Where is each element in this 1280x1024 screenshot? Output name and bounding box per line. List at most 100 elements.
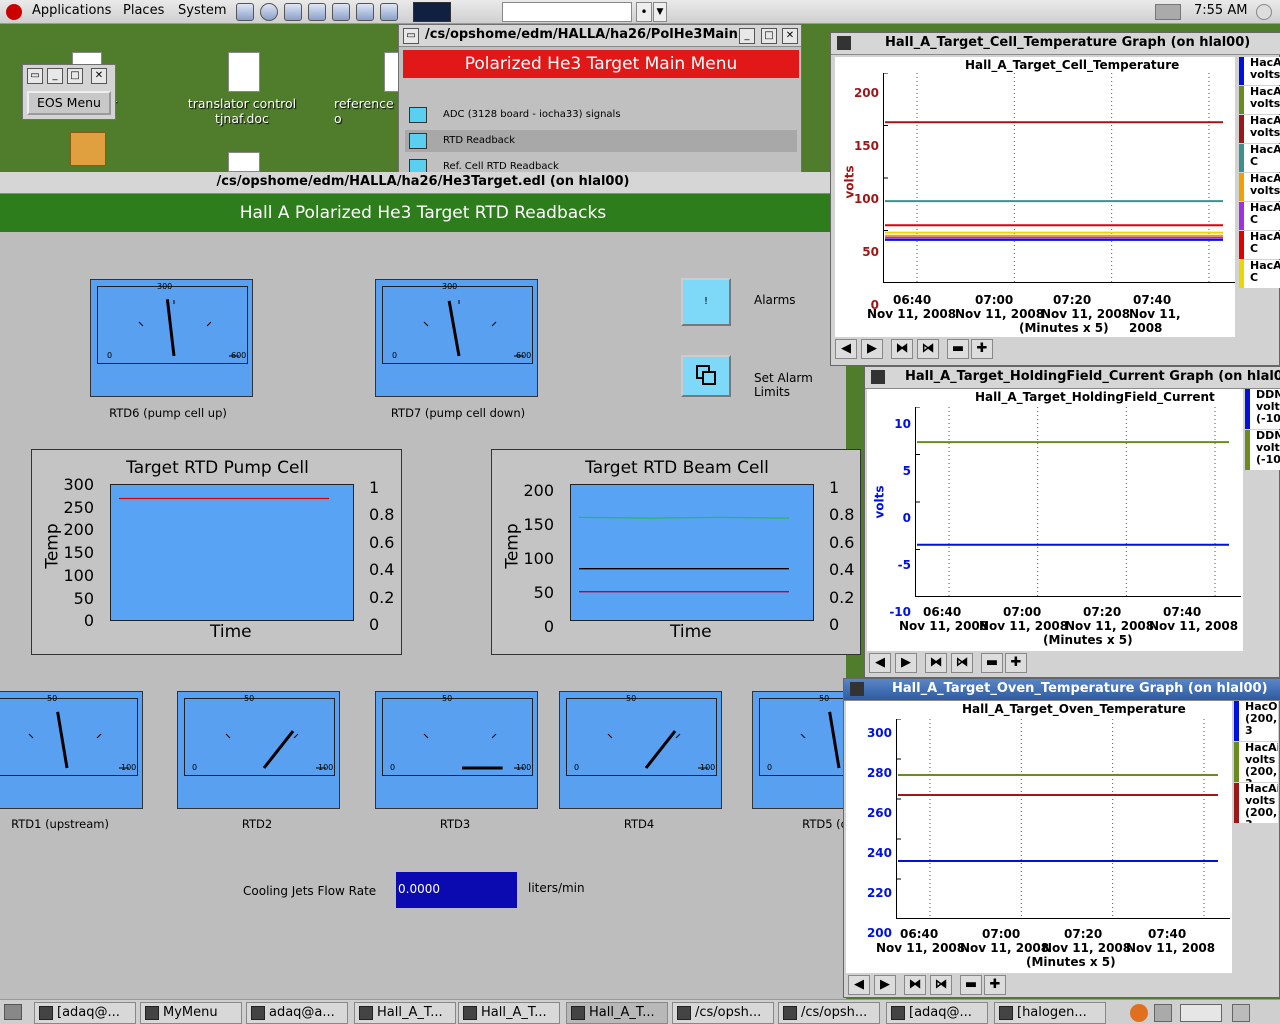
related-display-icon[interactable] bbox=[409, 133, 427, 149]
command-input[interactable] bbox=[502, 2, 632, 22]
home-folder-icon[interactable] bbox=[70, 132, 106, 166]
tick: 0.6 bbox=[829, 532, 855, 552]
scroll-left-icon[interactable]: ◀ bbox=[835, 339, 857, 359]
zoom-in-x-icon[interactable]: ⧓ bbox=[925, 653, 947, 673]
zoom-out-x-icon[interactable]: ⧒ bbox=[951, 653, 973, 673]
clock[interactable]: 7:55 AM bbox=[1194, 3, 1247, 18]
legend-item[interactable]: HacAivolts(200, 3 bbox=[1234, 783, 1278, 823]
firefox-icon[interactable] bbox=[1130, 1004, 1148, 1022]
notes-launcher-icon[interactable] bbox=[308, 3, 326, 21]
printer-icon[interactable] bbox=[1155, 4, 1181, 20]
desktop-icon-label[interactable]: reference o bbox=[334, 96, 404, 126]
legend-item[interactable]: HacAiC bbox=[1239, 144, 1280, 172]
taskbar-button[interactable]: MyMenu bbox=[140, 1002, 242, 1024]
zoom-out-x-icon[interactable]: ⧒ bbox=[930, 975, 952, 995]
show-desktop-icon[interactable] bbox=[4, 1004, 22, 1020]
app-icon[interactable] bbox=[837, 36, 851, 50]
system-menu[interactable]: System bbox=[178, 3, 226, 18]
legend-item[interactable]: HacAivolts bbox=[1239, 57, 1280, 85]
legend-item[interactable]: DDM4volts(-10, bbox=[1245, 430, 1280, 470]
chevron-down-icon[interactable]: ▼ bbox=[653, 2, 667, 22]
volume-icon[interactable] bbox=[1256, 4, 1272, 20]
taskbar-button[interactable]: [adaq@... bbox=[34, 1002, 136, 1024]
close-icon[interactable]: ✕ bbox=[91, 68, 107, 84]
window-titlebar[interactable]: Hall_A_Target_Oven_Temperature Graph (on… bbox=[844, 679, 1280, 701]
scroll-left-icon[interactable]: ◀ bbox=[869, 653, 891, 673]
set-alarm-limits-button[interactable] bbox=[681, 355, 731, 397]
minimize-button[interactable]: _ bbox=[47, 68, 63, 84]
taskbar-label: MyMenu bbox=[163, 1005, 218, 1020]
legend-item[interactable]: HacAiC bbox=[1239, 202, 1280, 230]
network-launcher-icon[interactable] bbox=[356, 3, 374, 21]
taskbar-button[interactable]: [adaq@... bbox=[886, 1002, 988, 1024]
applications-menu[interactable]: Applications bbox=[32, 3, 111, 18]
zoom-out-y-icon[interactable]: ✚ bbox=[984, 975, 1006, 995]
related-display-icon[interactable] bbox=[409, 107, 427, 123]
app-icon[interactable] bbox=[850, 682, 864, 696]
taskbar-button[interactable]: /cs/opsh... bbox=[672, 1002, 774, 1024]
legend-item[interactable]: DDM4volts(-10, bbox=[1245, 389, 1280, 429]
taskbar-button[interactable]: Hall_A_T... bbox=[354, 1002, 456, 1024]
minimize-button[interactable]: _ bbox=[739, 28, 755, 44]
taskbar-button[interactable]: adaq@a... bbox=[246, 1002, 348, 1024]
scroll-right-icon[interactable]: ▶ bbox=[861, 339, 883, 359]
legend: HacAivoltsHacAivoltsHacAivoltsHacAiCHacA… bbox=[1239, 57, 1280, 289]
menu-item-adc[interactable]: ADC (3128 board - iocha33) signals bbox=[443, 109, 621, 120]
document-launcher-icon[interactable] bbox=[332, 3, 350, 21]
zoom-in-y-icon[interactable]: ▬ bbox=[960, 975, 982, 995]
related-display-icon[interactable] bbox=[409, 159, 427, 173]
taskbar-button[interactable]: [halogen... bbox=[994, 1002, 1106, 1024]
document-icon[interactable] bbox=[1154, 1004, 1172, 1022]
window-titlebar[interactable]: /cs/opshome/edm/HALLA/ha26/He3Target.edl… bbox=[0, 172, 846, 194]
scroll-left-icon[interactable]: ◀ bbox=[848, 975, 870, 995]
window-menu-icon[interactable]: ▭ bbox=[27, 68, 43, 84]
tick-date: Nov 11, 2008 bbox=[1149, 619, 1239, 633]
taskbar-button[interactable]: Hall_A_T... bbox=[566, 1002, 668, 1024]
tick: -5 bbox=[897, 558, 911, 572]
tick-time: 06:40 bbox=[893, 293, 932, 307]
pdf-file-icon[interactable] bbox=[228, 152, 260, 172]
window-menu-icon[interactable]: ▭ bbox=[403, 28, 419, 44]
app-icon[interactable] bbox=[871, 370, 885, 384]
close-icon[interactable]: ✕ bbox=[782, 28, 798, 44]
menu-item-rtd[interactable]: RTD Readback bbox=[443, 135, 515, 146]
legend-item[interactable]: HacAiC bbox=[1239, 260, 1280, 288]
terminal-launcher-icon[interactable] bbox=[236, 3, 254, 21]
zoom-out-x-icon[interactable]: ⧒ bbox=[917, 339, 939, 359]
redhat-icon[interactable] bbox=[6, 4, 22, 20]
scroll-right-icon[interactable]: ▶ bbox=[895, 653, 917, 673]
legend-item[interactable]: HacOM(200, 3 bbox=[1234, 701, 1278, 741]
zoom-in-x-icon[interactable]: ⧓ bbox=[904, 975, 926, 995]
tick: 260 bbox=[866, 806, 892, 820]
dot-button[interactable]: • bbox=[636, 2, 652, 22]
eos-menu-button[interactable]: EOS Menu bbox=[27, 91, 111, 115]
legend-item[interactable]: HacAivolts bbox=[1239, 86, 1280, 114]
legend-item[interactable]: HacAivolts(200, 3 bbox=[1234, 742, 1278, 782]
scroll-right-icon[interactable]: ▶ bbox=[874, 975, 896, 995]
legend-item[interactable]: HacAivolts bbox=[1239, 173, 1280, 201]
browser-launcher-icon[interactable] bbox=[260, 3, 278, 21]
maximize-button[interactable]: □ bbox=[761, 28, 777, 44]
legend-item[interactable]: HacAivolts bbox=[1239, 115, 1280, 143]
cpu-monitor-icon[interactable] bbox=[413, 2, 451, 22]
alarms-button[interactable]: ! bbox=[681, 278, 731, 326]
workspace-switcher[interactable] bbox=[1180, 1004, 1222, 1022]
taskbar-button[interactable]: Hall_A_T... bbox=[458, 1002, 560, 1024]
zoom-in-x-icon[interactable]: ⧓ bbox=[891, 339, 913, 359]
maximize-button[interactable]: □ bbox=[67, 68, 83, 84]
tick: 1 bbox=[369, 478, 380, 497]
zoom-out-y-icon[interactable]: ✚ bbox=[971, 339, 993, 359]
legend-item[interactable]: HacAiC bbox=[1239, 231, 1280, 259]
zoom-in-y-icon[interactable]: ▬ bbox=[981, 653, 1003, 673]
window-titlebar[interactable]: Hall_A_Target_HoldingField_Current Graph… bbox=[865, 367, 1280, 389]
taskbar-button[interactable]: /cs/opsh... bbox=[778, 1002, 880, 1024]
desktop-icon-label[interactable]: translator control tjnaf.doc bbox=[180, 96, 304, 126]
trash-icon[interactable] bbox=[1232, 1004, 1250, 1022]
zoom-out-y-icon[interactable]: ✚ bbox=[1005, 653, 1027, 673]
places-menu[interactable]: Places bbox=[123, 3, 164, 18]
doc-file-icon[interactable] bbox=[228, 52, 260, 92]
eraser-launcher-icon[interactable] bbox=[380, 3, 398, 21]
email-launcher-icon[interactable] bbox=[284, 3, 302, 21]
window-titlebar[interactable]: Hall_A_Target_Cell_Temperature Graph (on… bbox=[831, 33, 1280, 55]
zoom-in-y-icon[interactable]: ▬ bbox=[947, 339, 969, 359]
